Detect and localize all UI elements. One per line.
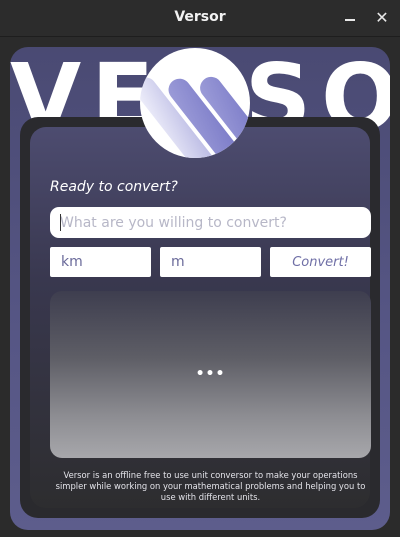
versor-logo-icon xyxy=(140,48,250,158)
close-button[interactable]: ✕ xyxy=(371,8,393,30)
text-caret xyxy=(60,214,61,231)
minimize-button[interactable] xyxy=(339,8,361,30)
window-body: VERSOR Ready to convert? Convert! ••• Ve… xyxy=(0,38,400,537)
convert-button[interactable]: Convert! xyxy=(270,247,371,277)
search-input[interactable] xyxy=(50,207,371,238)
result-display: ••• xyxy=(50,291,371,458)
to-unit-field[interactable] xyxy=(160,247,261,277)
result-placeholder: ••• xyxy=(195,366,226,382)
converter-panel: Ready to convert? Convert! ••• Versor is… xyxy=(30,127,371,508)
ready-prompt: Ready to convert? xyxy=(50,179,178,195)
close-icon: ✕ xyxy=(375,8,389,27)
app-description: Versor is an offline free to use unit co… xyxy=(55,470,366,502)
minimize-icon xyxy=(345,19,355,21)
title-bar: Versor ✕ xyxy=(0,0,400,37)
from-unit-field[interactable] xyxy=(50,247,151,277)
